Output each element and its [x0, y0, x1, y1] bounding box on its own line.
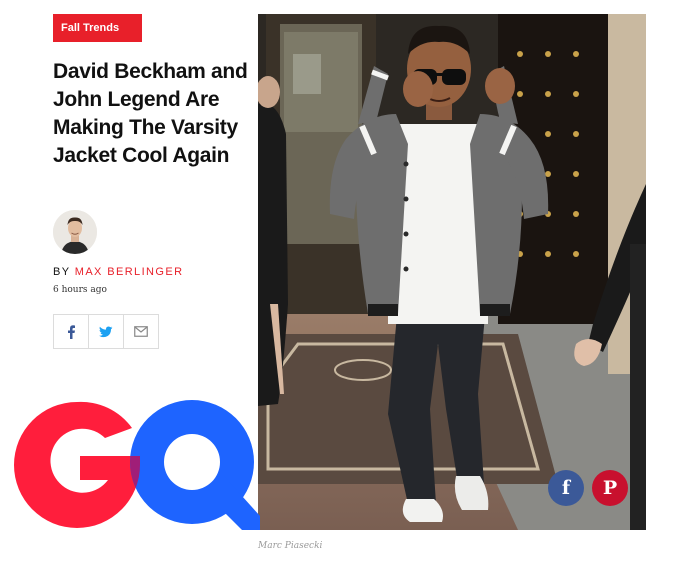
share-facebook-button[interactable] — [54, 315, 89, 348]
facebook-icon: f — [561, 477, 571, 499]
author-avatar[interactable] — [53, 210, 97, 254]
byline-prefix: BY — [53, 266, 71, 278]
photo-share-pinterest-button[interactable]: P — [592, 470, 628, 506]
share-bar — [53, 314, 159, 349]
category-tag[interactable]: Fall Trends — [53, 14, 142, 42]
share-email-button[interactable] — [124, 315, 158, 348]
facebook-icon — [68, 324, 75, 339]
photo-credit: Marc Piasecki — [258, 541, 323, 551]
publish-time: 6 hours ago — [53, 285, 107, 295]
gq-logo-graphic — [14, 400, 260, 530]
article-photo[interactable] — [258, 14, 646, 530]
author-link[interactable]: MAX BERLINGER — [75, 266, 184, 278]
article-photo-image — [258, 14, 646, 530]
author-portrait-icon — [53, 210, 97, 254]
email-icon — [134, 326, 148, 337]
twitter-icon — [99, 325, 113, 337]
photo-share-facebook-button[interactable]: f — [548, 470, 584, 506]
share-twitter-button[interactable] — [89, 315, 124, 348]
byline: BY MAX BERLINGER — [53, 266, 183, 278]
article-headline[interactable]: David Beckham and John Legend Are Making… — [53, 58, 253, 170]
gq-logo[interactable] — [10, 398, 260, 532]
pinterest-icon: P — [602, 477, 618, 499]
